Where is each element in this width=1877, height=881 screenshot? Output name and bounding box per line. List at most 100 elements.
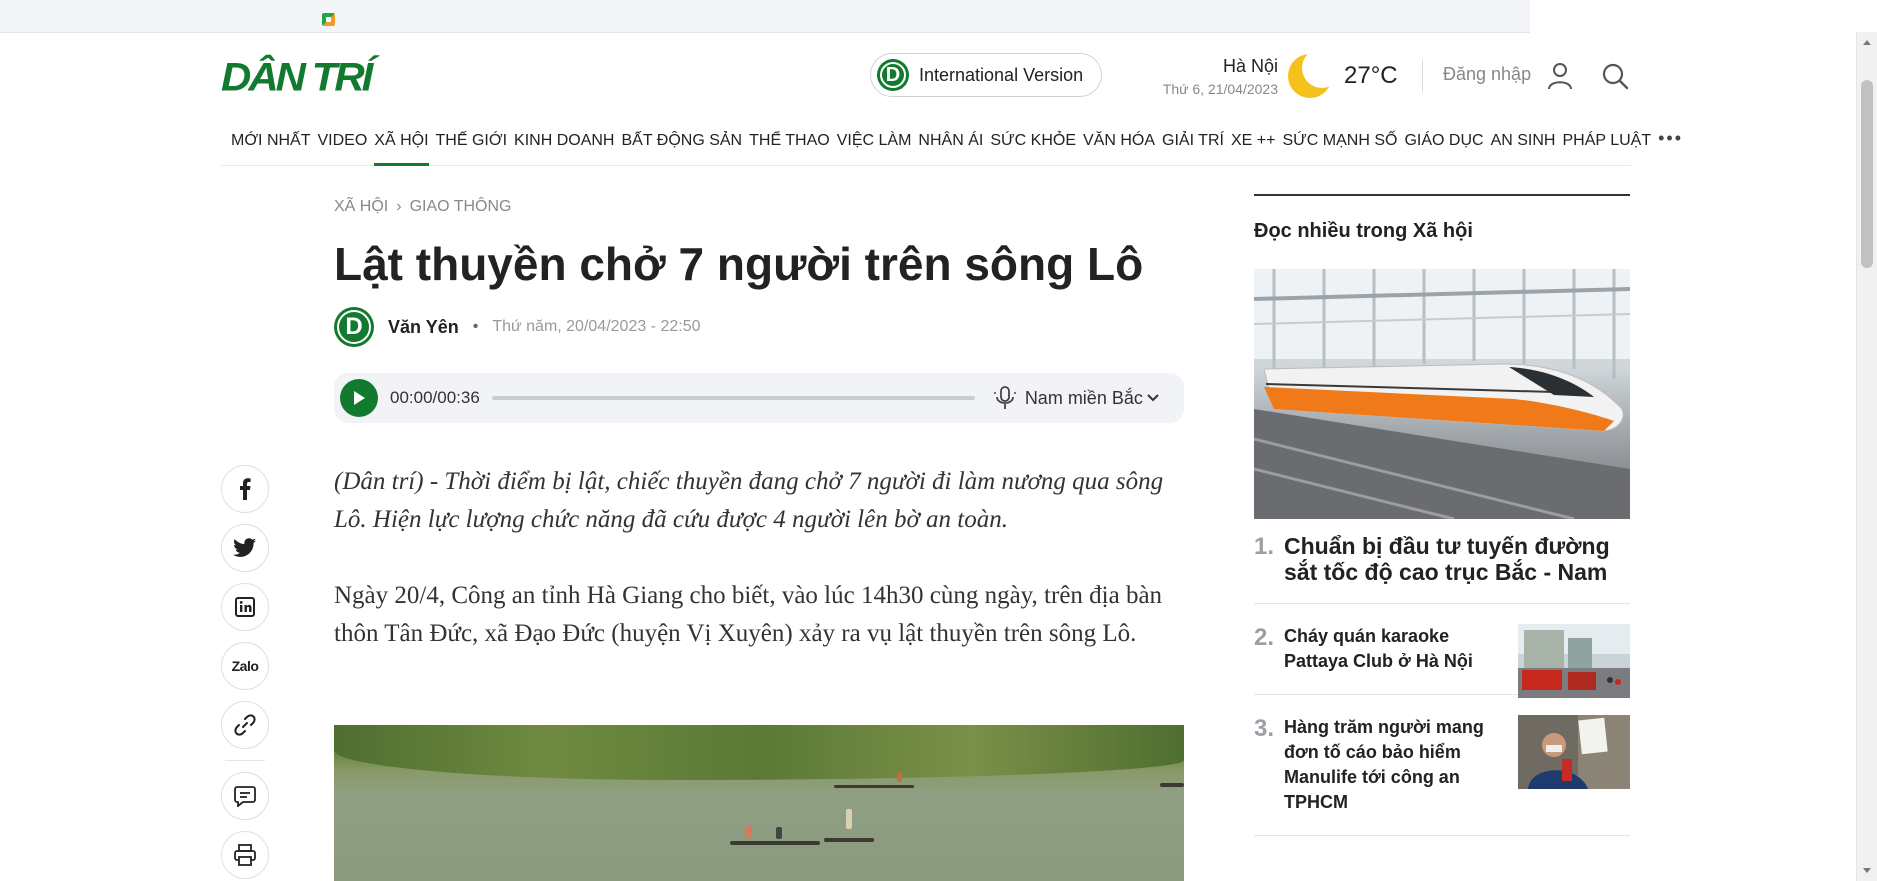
photo-boat bbox=[834, 785, 914, 788]
share-divider bbox=[225, 760, 265, 761]
rank-number: 1. bbox=[1254, 533, 1275, 560]
voice-selector[interactable]: Nam miền Bắc bbox=[1025, 388, 1159, 409]
dantri-logo[interactable]: DÂN TRÍ bbox=[221, 57, 373, 97]
most-read-item-1[interactable]: 1. Chuẩn bị đầu tư tuyến đường sắt tốc đ… bbox=[1254, 533, 1630, 604]
audio-player: 00:00/00:36 Nam miền Bắc bbox=[334, 373, 1184, 423]
page-scrollbar[interactable] bbox=[1856, 32, 1877, 881]
site-favicon-icon bbox=[322, 13, 335, 26]
main-navigation: MỚI NHẤT VIDEO XÃ HỘI THẾ GIỚI KINH DOAN… bbox=[221, 125, 1681, 166]
scroll-down-icon[interactable] bbox=[1863, 868, 1871, 873]
most-read-title[interactable]: Cháy quán karaoke Pattaya Club ở Hà Nội bbox=[1284, 624, 1499, 674]
international-version-label: International Version bbox=[919, 64, 1084, 85]
nav-item-xe[interactable]: XE ++ bbox=[1231, 125, 1275, 158]
print-button[interactable] bbox=[221, 831, 269, 879]
weather-location: Hà Nội Thứ 6, 21/04/2023 bbox=[1163, 56, 1278, 97]
nav-item-giai-tri[interactable]: GIẢI TRÍ bbox=[1162, 125, 1224, 158]
play-button[interactable] bbox=[340, 379, 378, 417]
breadcrumb-parent[interactable]: XÃ HỘI bbox=[334, 198, 388, 216]
rank-number: 2. bbox=[1254, 624, 1275, 651]
train-illustration bbox=[1254, 269, 1630, 519]
twitter-icon bbox=[233, 538, 256, 557]
byline-separator: • bbox=[472, 318, 479, 335]
photo-person bbox=[897, 772, 902, 782]
nav-item-suc-manh-so[interactable]: SỨC MẠNH SỐ bbox=[1282, 125, 1397, 158]
karaoke-fire-thumbnail[interactable] bbox=[1518, 624, 1630, 698]
zalo-label: Zalo bbox=[231, 658, 259, 674]
photo-person bbox=[776, 827, 782, 839]
protest-thumbnail[interactable] bbox=[1518, 715, 1630, 789]
browser-tab-strip bbox=[0, 0, 1530, 33]
breadcrumb-child[interactable]: GIAO THÔNG bbox=[410, 198, 512, 216]
comment-icon bbox=[234, 786, 256, 807]
author-avatar: D bbox=[334, 307, 374, 347]
linkedin-share-button[interactable] bbox=[221, 583, 269, 631]
article-byline: D Văn Yên • Thứ năm, 20/04/2023 - 22:50 bbox=[334, 307, 701, 347]
user-icon[interactable] bbox=[1547, 62, 1573, 90]
link-icon bbox=[234, 714, 256, 736]
share-toolbar: Zalo bbox=[221, 465, 269, 879]
most-read-sidebar: Đọc nhiều trong Xã hội 1. Chuẩn bị đầu t… bbox=[1254, 194, 1630, 836]
sidebar-heading: Đọc nhiều trong Xã hội bbox=[1254, 220, 1473, 242]
voice-selector-label: Nam miền Bắc bbox=[1024, 387, 1143, 408]
login-link[interactable]: Đăng nhập bbox=[1443, 64, 1531, 85]
article-photo[interactable] bbox=[334, 725, 1184, 881]
photo-boat bbox=[1160, 783, 1184, 787]
nav-item-bat-dong-san[interactable]: BẤT ĐỘNG SẢN bbox=[621, 125, 742, 158]
nav-item-nhan-ai[interactable]: NHÂN ÁI bbox=[918, 125, 983, 158]
audio-progress-bar[interactable] bbox=[491, 396, 975, 400]
photo-person bbox=[746, 826, 752, 838]
author-name[interactable]: Văn Yên bbox=[388, 317, 459, 338]
current-date: Thứ 6, 21/04/2023 bbox=[1162, 81, 1278, 97]
print-icon bbox=[234, 844, 256, 866]
publish-time: Thứ năm, 20/04/2023 - 22:50 bbox=[492, 318, 701, 335]
article-paragraph: Ngày 20/4, Công an tỉnh Hà Giang cho biế… bbox=[334, 582, 1163, 647]
chevron-right-icon: › bbox=[396, 198, 402, 215]
facebook-share-button[interactable] bbox=[221, 465, 269, 513]
dantri-d-icon: D bbox=[877, 59, 909, 91]
scroll-up-icon[interactable] bbox=[1863, 40, 1871, 45]
nav-item-kinh-doanh[interactable]: KINH DOANH bbox=[514, 125, 614, 158]
comment-button[interactable] bbox=[221, 772, 269, 820]
sidebar-top-rule bbox=[1254, 194, 1630, 196]
copy-link-button[interactable] bbox=[221, 701, 269, 749]
moon-icon bbox=[1288, 48, 1342, 98]
microphone-icon bbox=[993, 386, 1016, 409]
article-title: Lật thuyền chở 7 người trên sông Lô bbox=[334, 238, 1144, 290]
nav-item-giao-duc[interactable]: GIÁO DỤC bbox=[1404, 125, 1483, 158]
nav-item-van-hoa[interactable]: VĂN HÓA bbox=[1083, 125, 1155, 158]
most-read-title[interactable]: Hàng trăm người mang đơn tố cáo bảo hiểm… bbox=[1284, 715, 1499, 815]
rank-number: 3. bbox=[1254, 715, 1275, 742]
chevron-down-icon bbox=[1147, 394, 1159, 402]
featured-train-image[interactable] bbox=[1254, 269, 1630, 519]
most-read-item-3[interactable]: 3. Hàng trăm người mang đơn tố cáo bảo h… bbox=[1254, 695, 1630, 836]
more-menu-icon[interactable]: ••• bbox=[1658, 125, 1683, 149]
zalo-share-button[interactable]: Zalo bbox=[221, 642, 269, 690]
photo-person bbox=[846, 809, 852, 829]
header-divider bbox=[1422, 60, 1423, 92]
photo-boat bbox=[824, 838, 874, 842]
play-icon bbox=[354, 391, 365, 405]
search-icon[interactable] bbox=[1601, 62, 1629, 90]
nav-item-video[interactable]: VIDEO bbox=[318, 125, 368, 158]
photo-hillside bbox=[334, 725, 1184, 780]
linkedin-icon bbox=[235, 597, 255, 617]
article-sapo: (Dân trí) - Thời điểm bị lật, chiếc thuy… bbox=[334, 468, 1164, 533]
nav-item-xa-hoi[interactable]: XÃ HỘI bbox=[374, 125, 429, 166]
nav-item-moi-nhat[interactable]: MỚI NHẤT bbox=[231, 125, 311, 158]
temperature: 27°C bbox=[1344, 62, 1398, 89]
nav-item-the-gioi[interactable]: THẾ GIỚI bbox=[436, 125, 508, 158]
facebook-icon bbox=[240, 478, 251, 500]
nav-item-an-sinh[interactable]: AN SINH bbox=[1491, 125, 1556, 158]
photo-boat bbox=[730, 841, 820, 845]
weather-city: Hà Nội bbox=[1222, 56, 1278, 76]
twitter-share-button[interactable] bbox=[221, 524, 269, 572]
nav-item-suc-khoe[interactable]: SỨC KHỎE bbox=[990, 125, 1076, 158]
most-read-title[interactable]: Chuẩn bị đầu tư tuyến đường sắt tốc độ c… bbox=[1284, 533, 1630, 585]
nav-item-phap-luat[interactable]: PHÁP LUẬT bbox=[1562, 125, 1651, 158]
international-version-button[interactable]: D International Version bbox=[870, 53, 1102, 97]
nav-item-the-thao[interactable]: THỂ THAO bbox=[749, 125, 830, 158]
scrollbar-thumb[interactable] bbox=[1861, 80, 1873, 268]
nav-item-viec-lam[interactable]: VIỆC LÀM bbox=[837, 125, 912, 158]
audio-time: 00:00/00:36 bbox=[390, 388, 480, 407]
most-read-item-2[interactable]: 2. Cháy quán karaoke Pattaya Club ở Hà N… bbox=[1254, 604, 1630, 698]
